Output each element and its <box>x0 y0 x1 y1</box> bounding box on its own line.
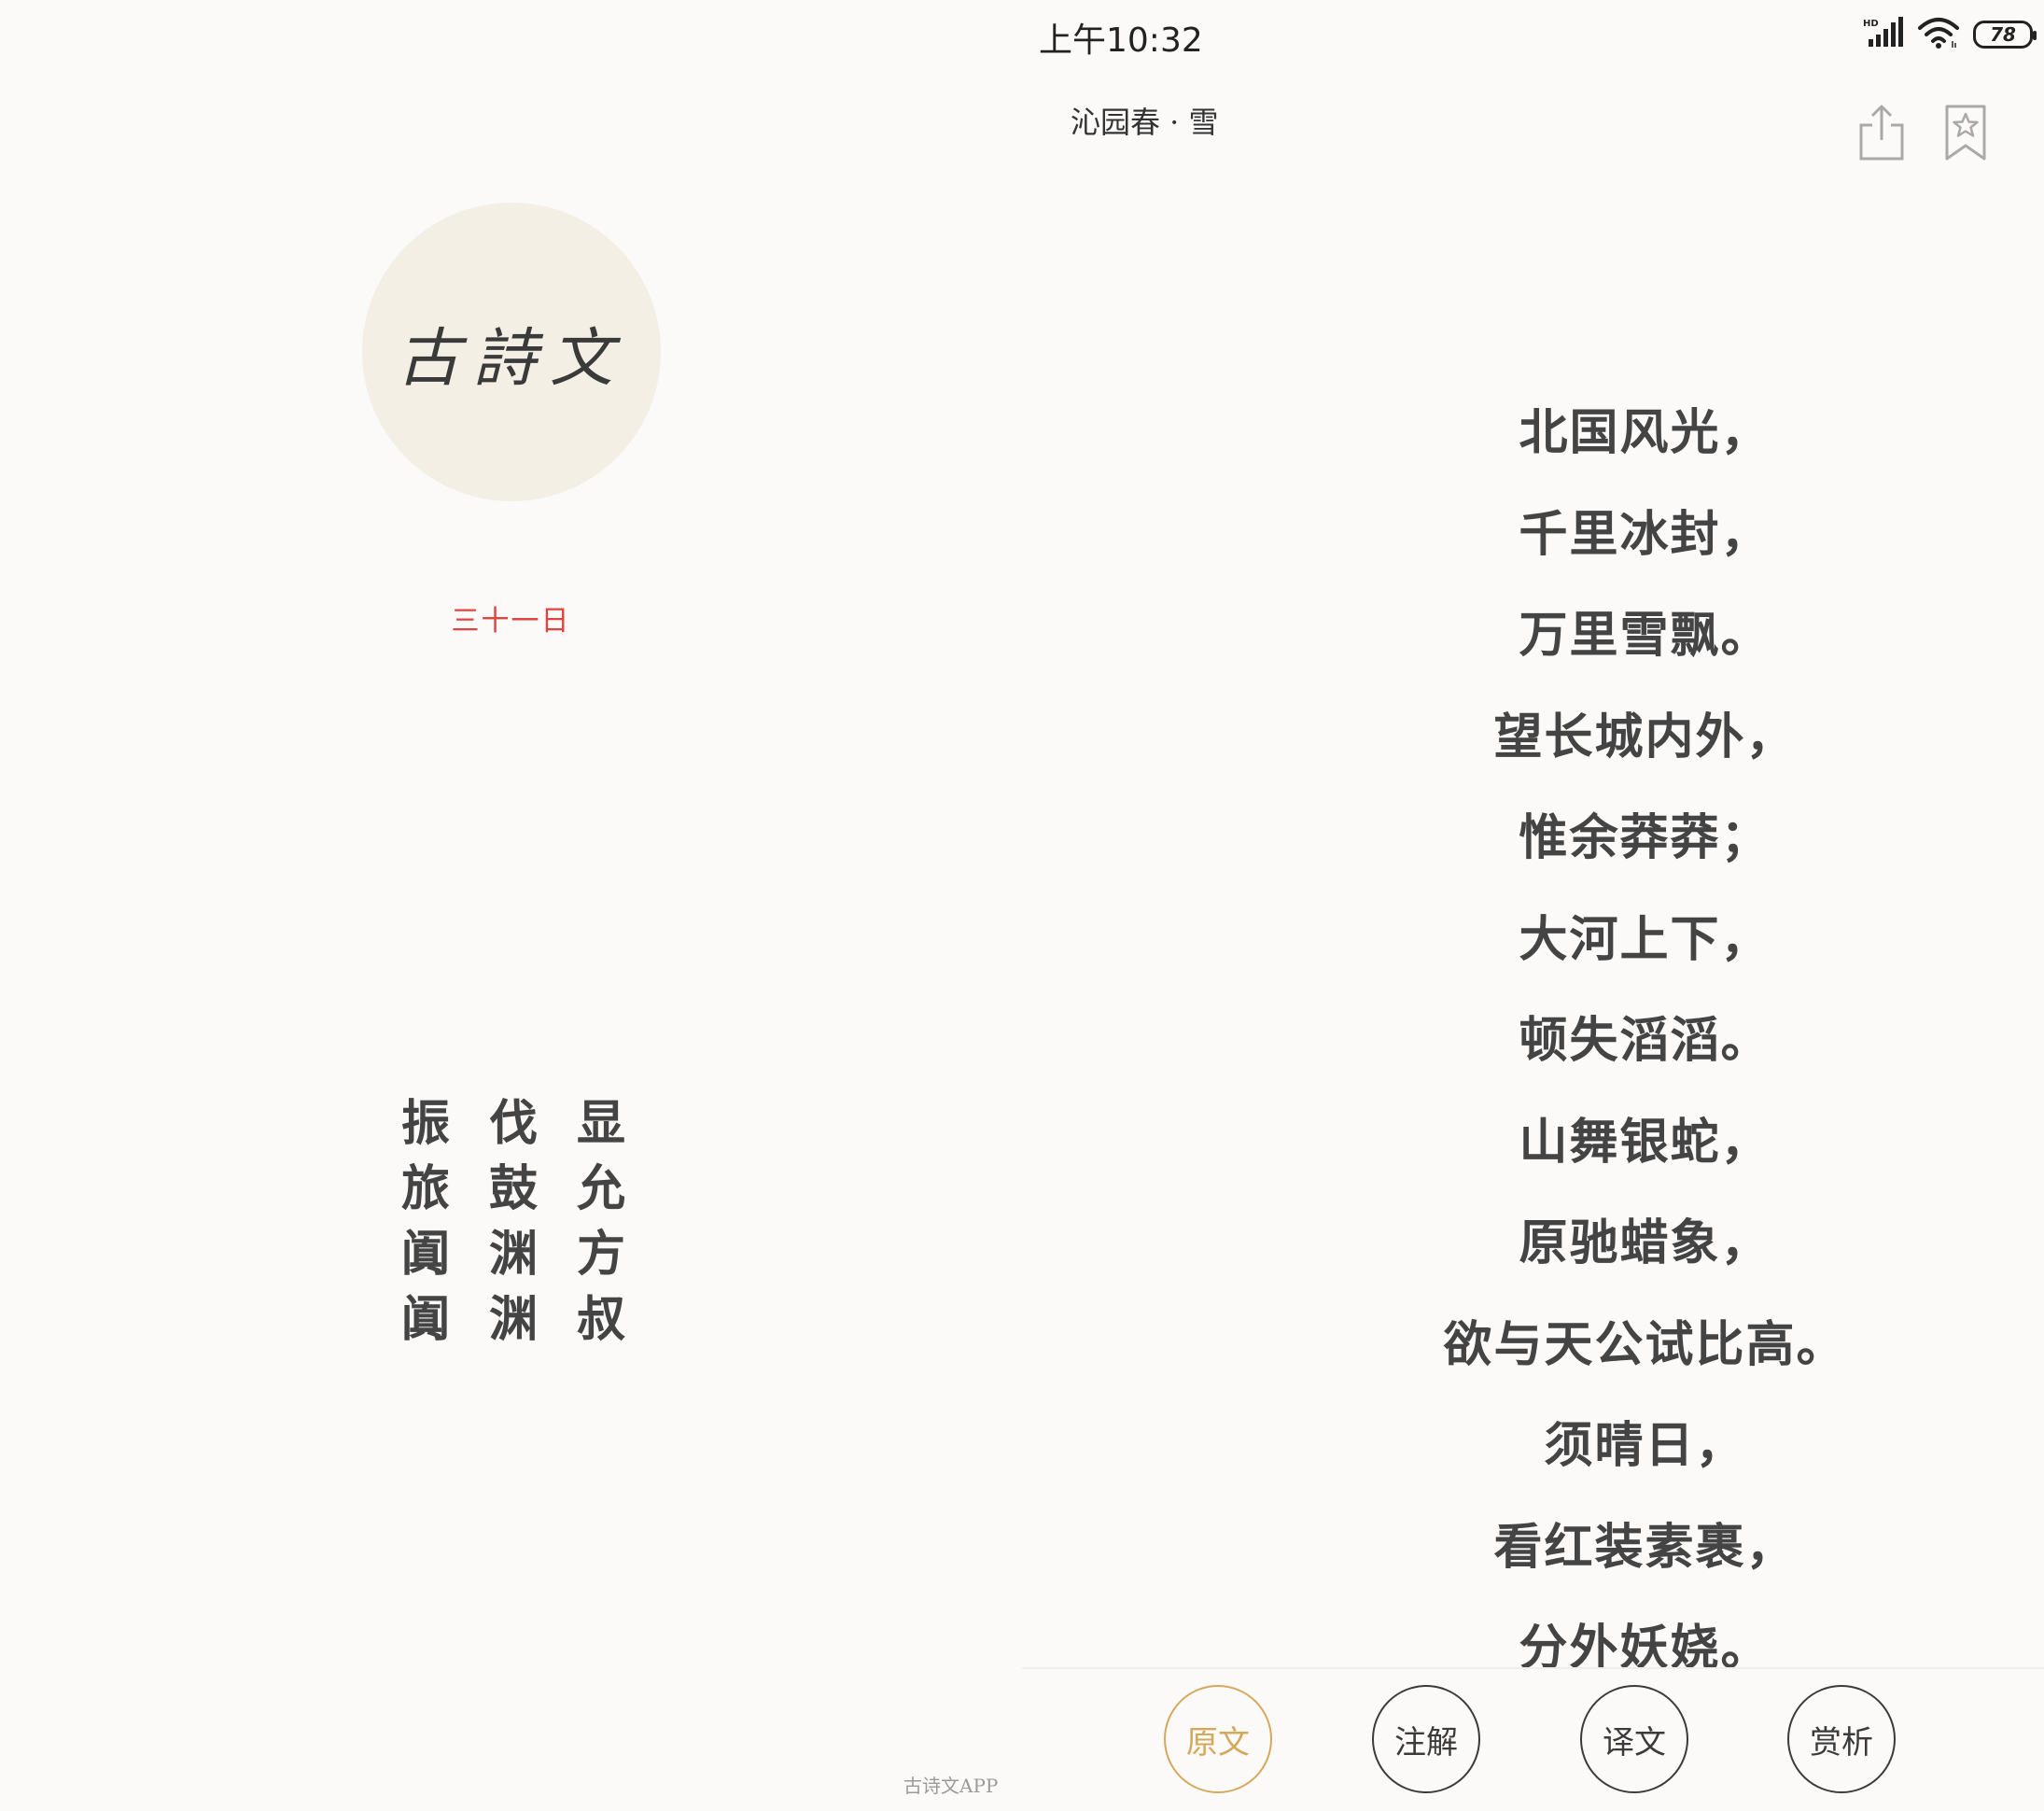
tab-annotation[interactable]: 注解 <box>1372 1685 1480 1793</box>
signal-icon: HD <box>1863 17 1904 52</box>
left-poem-grid: 振 伐 显 旅 鼓 允 阗 渊 方 阗 渊 叔 <box>401 1098 625 1346</box>
poem-line: 山舞银蛇， <box>1519 1113 1771 1171</box>
status-bar: 上午10:32 HD 78 <box>1022 0 2044 69</box>
left-poem-row: 振 伐 显 <box>401 1098 625 1150</box>
left-poem-char: 伐 <box>489 1095 539 1152</box>
poem-line: 欲与天公试比高。 <box>1443 1315 1847 1373</box>
bookmark-star-icon <box>1943 105 1988 166</box>
logo-text: 古詩文 <box>396 321 626 396</box>
tab-translation[interactable]: 译文 <box>1580 1685 1688 1793</box>
left-poem-row: 阗 渊 方 <box>401 1228 625 1281</box>
app-credit: 古诗文APP <box>903 1775 999 1797</box>
left-poem-char: 允 <box>577 1160 626 1217</box>
left-poem-char: 显 <box>577 1095 626 1152</box>
poem-line: 北国风光， <box>1519 404 1771 461</box>
status-time: 上午10:32 <box>1039 21 1203 60</box>
app-logo: 古詩文 <box>362 203 661 501</box>
battery-indicator: 78 <box>1973 21 2037 49</box>
share-icon <box>1855 105 1908 166</box>
date-label: 三十一日 <box>451 605 571 638</box>
left-poem-char: 渊 <box>489 1226 539 1283</box>
poem-line: 大河上下， <box>1519 910 1771 968</box>
left-panel: 古詩文 三十一日 振 伐 显 旅 鼓 允 阗 渊 方 阗 渊 叔 古诗文APP <box>0 0 1022 1811</box>
poem-line: 原驰蜡象， <box>1519 1214 1771 1271</box>
left-poem-char: 阗 <box>401 1226 451 1283</box>
right-panel: 上午10:32 HD 78 沁园春 · 雪 北国风光， 千里冰封， 万里雪飘。 … <box>1022 0 2044 1811</box>
wifi-icon <box>1917 17 1960 52</box>
poem-line: 千里冰封， <box>1519 505 1771 563</box>
poem-line: 惟余莽莽； <box>1519 809 1771 866</box>
status-icons: HD 78 <box>1863 17 2037 52</box>
left-poem-char: 渊 <box>489 1291 539 1348</box>
poem-line: 望长城内外， <box>1493 708 1797 765</box>
left-poem-char: 叔 <box>577 1291 626 1348</box>
poem-line: 看红装素裹， <box>1493 1518 1797 1576</box>
share-button[interactable] <box>1855 103 1908 162</box>
svg-text:HD: HD <box>1863 19 1879 29</box>
poem-title: 沁园春 · 雪 <box>1071 105 1219 140</box>
poem-line: 万里雪飘。 <box>1519 607 1771 664</box>
bottom-divider <box>1022 1667 2044 1669</box>
bottom-tab-bar: 原文 注解 译文 赏析 <box>1022 1685 2044 1797</box>
left-poem-row: 阗 渊 叔 <box>401 1294 625 1346</box>
left-poem-char: 阗 <box>401 1291 451 1348</box>
title-bar: 沁园春 · 雪 <box>1022 91 2044 161</box>
left-poem-char: 鼓 <box>489 1160 539 1217</box>
tab-original[interactable]: 原文 <box>1164 1685 1272 1793</box>
bookmark-button[interactable] <box>1943 103 1988 162</box>
left-poem-char: 方 <box>577 1226 626 1283</box>
left-poem-char: 振 <box>401 1095 451 1152</box>
left-poem-char: 旅 <box>401 1160 451 1217</box>
poem-line: 须晴日， <box>1544 1417 1746 1474</box>
left-poem-row: 旅 鼓 允 <box>401 1163 625 1215</box>
tab-appreciation[interactable]: 赏析 <box>1787 1685 1896 1793</box>
poem-body: 北国风光， 千里冰封， 万里雪飘。 望长城内外， 惟余莽莽； 大河上下， 顿失滔… <box>1022 383 2044 1700</box>
poem-line: 顿失滔滔。 <box>1519 1012 1771 1069</box>
